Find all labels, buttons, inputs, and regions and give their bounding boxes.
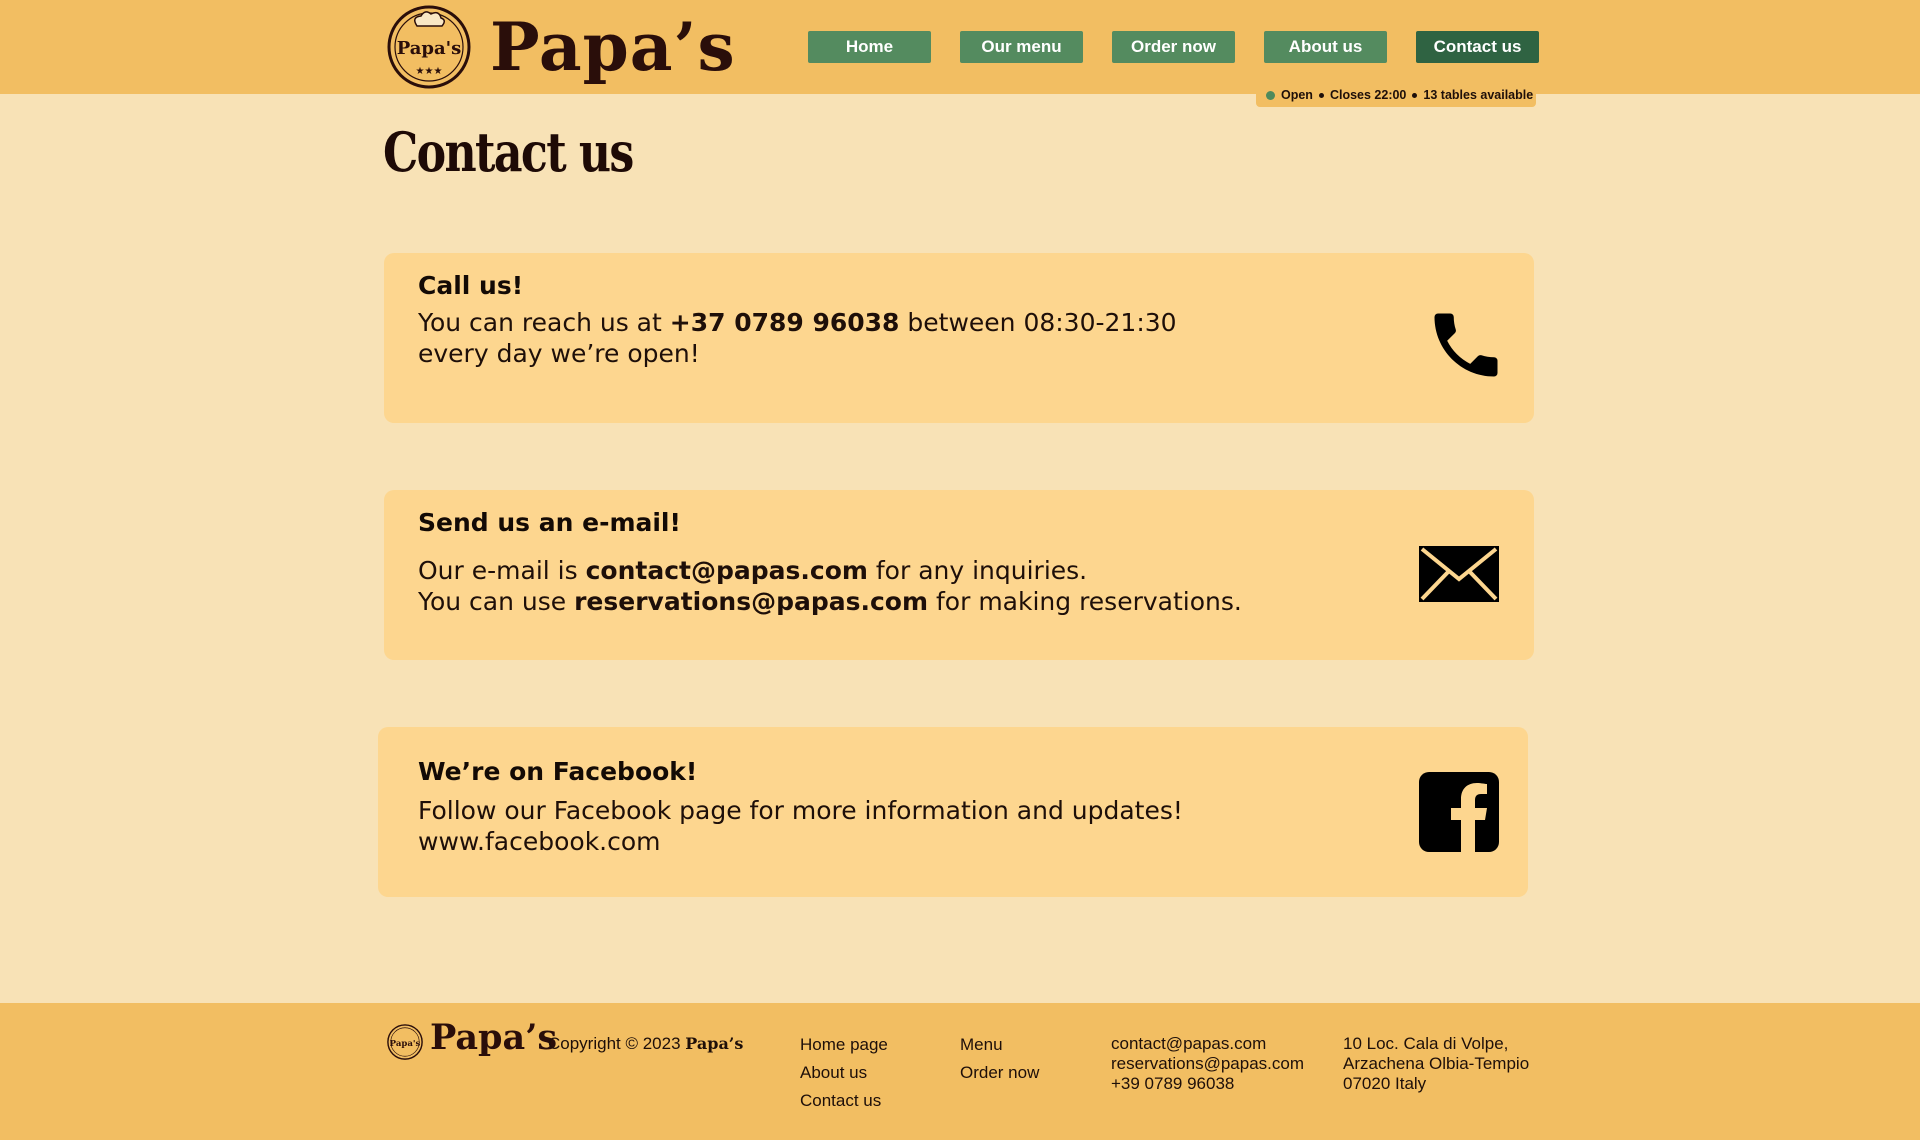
reservation-email-link[interactable]: reservations@papas.com <box>574 587 928 616</box>
footer-links-primary: Home page About us Contact us <box>800 1031 888 1115</box>
nav-home-button[interactable]: Home <box>808 31 931 63</box>
email-card-line1: Our e-mail is contact@papas.com for any … <box>418 556 1088 585</box>
footer-link-home[interactable]: Home page <box>800 1031 888 1059</box>
footer-contact-email[interactable]: contact@papas.com <box>1111 1034 1304 1054</box>
brand-name[interactable]: Papa’s <box>490 0 736 94</box>
call-card: Call us! You can reach us at +37 0789 96… <box>384 253 1534 423</box>
svg-text:Papa's: Papa's <box>390 1039 421 1049</box>
footer-address: 10 Loc. Cala di Volpe, Arzachena Olbia-T… <box>1343 1034 1529 1094</box>
facebook-icon[interactable] <box>1419 772 1499 852</box>
phone-icon <box>1434 313 1498 377</box>
address-line: 07020 Italy <box>1343 1074 1427 1093</box>
call-card-line2: every day we’re open! <box>418 339 700 368</box>
nav-menu-button[interactable]: Our menu <box>960 31 1083 63</box>
copyright: Copyright © 2023 Papa’s <box>548 1034 744 1053</box>
logo-badge-icon[interactable]: Papa's ★★★ <box>384 4 474 90</box>
site-footer: Papa's Papa’s Copyright © 2023 Papa’s Ho… <box>0 1003 1920 1140</box>
call-card-title: Call us! <box>418 271 524 300</box>
svg-text:Papa's: Papa's <box>397 38 462 59</box>
tables-count: 13 <box>1423 88 1438 102</box>
footer-link-menu[interactable]: Menu <box>960 1031 1039 1059</box>
separator-dot-icon <box>1318 92 1324 98</box>
email-card-line2: You can use reservations@papas.com for m… <box>418 587 1242 616</box>
nav-order-button[interactable]: Order now <box>1112 31 1235 63</box>
contact-email-link[interactable]: contact@papas.com <box>586 556 868 585</box>
facebook-link[interactable]: www.facebook.com <box>418 826 661 857</box>
call-card-line1: You can reach us at +37 0789 96038 betwe… <box>418 308 1177 337</box>
footer-contacts: contact@papas.com reservations@papas.com… <box>1111 1034 1304 1094</box>
site-header: Papa's ★★★ Papa’s Home Our menu Order no… <box>0 0 1920 94</box>
footer-links-secondary: Menu Order now <box>960 1031 1039 1087</box>
footer-logo-icon[interactable]: Papa's <box>386 1023 424 1061</box>
footer-link-order[interactable]: Order now <box>960 1059 1039 1087</box>
nav-about-button[interactable]: About us <box>1264 31 1387 63</box>
open-status-label: Open <box>1281 88 1313 102</box>
footer-phone[interactable]: +39 0789 96038 <box>1111 1074 1304 1094</box>
envelope-icon <box>1419 546 1499 602</box>
email-card-title: Send us an e-mail! <box>418 508 681 537</box>
status-bar: Open Closes 22:00 13 tables available <box>1256 83 1536 107</box>
open-status-dot-icon <box>1266 90 1275 100</box>
separator-dot-icon <box>1412 92 1418 98</box>
phone-number[interactable]: +37 0789 96038 <box>670 308 900 337</box>
footer-reservation-email[interactable]: reservations@papas.com <box>1111 1054 1304 1074</box>
svg-text:★★★: ★★★ <box>416 66 443 77</box>
footer-link-about[interactable]: About us <box>800 1059 888 1087</box>
page-title: Contact us <box>383 120 634 184</box>
closing-time-label: Closes 22:00 <box>1329 88 1407 102</box>
facebook-card-line1: Follow our Facebook page for more inform… <box>418 796 1183 825</box>
email-card: Send us an e-mail! Our e-mail is contact… <box>384 490 1534 660</box>
footer-brand[interactable]: Papa’s <box>430 1017 557 1058</box>
nav-contact-button[interactable]: Contact us <box>1416 31 1539 63</box>
facebook-card: We’re on Facebook! Follow our Facebook p… <box>378 727 1528 897</box>
footer-link-contact[interactable]: Contact us <box>800 1087 888 1115</box>
address-line: 10 Loc. Cala di Volpe, <box>1343 1034 1509 1053</box>
facebook-card-title: We’re on Facebook! <box>418 757 698 786</box>
tables-label: tables available <box>1440 88 1534 102</box>
address-line: Arzachena Olbia-Tempio <box>1343 1054 1530 1073</box>
